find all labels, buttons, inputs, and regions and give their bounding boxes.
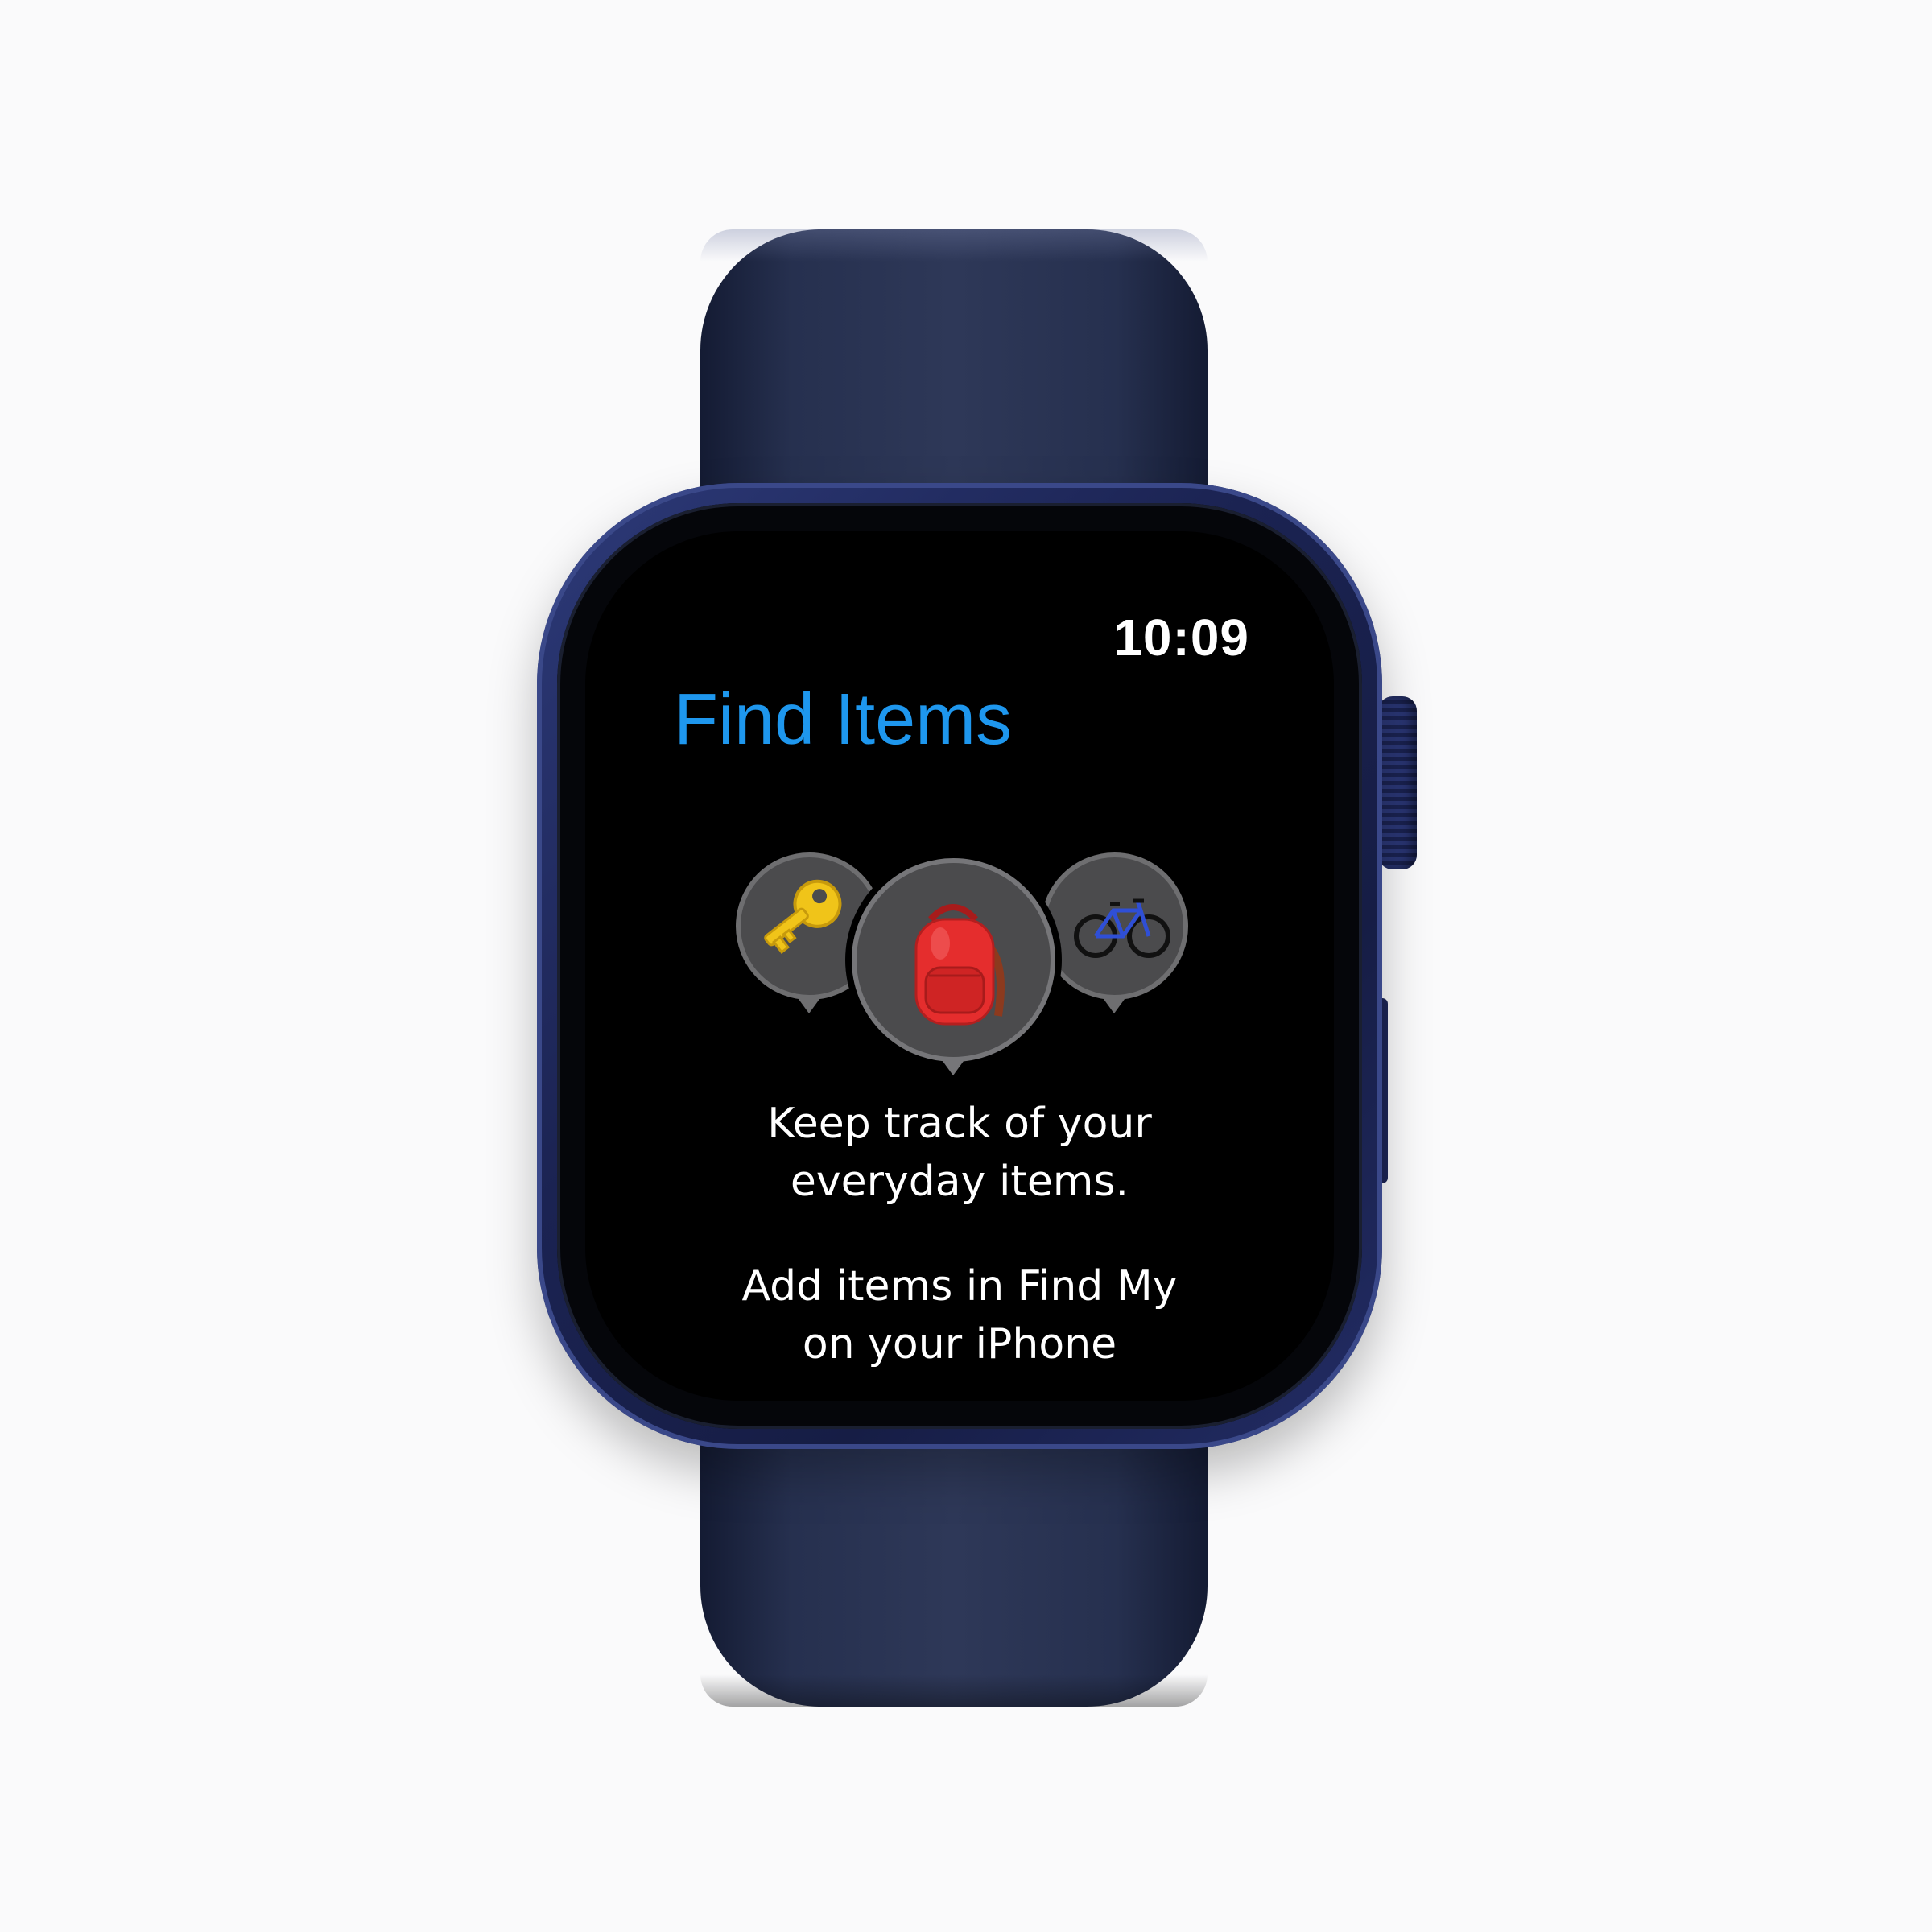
instruction-line-1: Add items in Find My bbox=[741, 1262, 1178, 1311]
item-pin-backpack bbox=[852, 858, 1055, 1062]
pin-pointer bbox=[796, 996, 822, 1013]
page-title: Find Items bbox=[674, 679, 1013, 760]
instruction-text: Add items in Find My on your iPhone bbox=[585, 1257, 1334, 1373]
instruction-line-2: on your iPhone bbox=[802, 1320, 1117, 1368]
status-time: 10:09 bbox=[1113, 609, 1249, 667]
watch-bezel: 10:09 Find Items Keep track of your ever… bbox=[557, 503, 1362, 1429]
item-pin-bicycle bbox=[1041, 852, 1188, 1000]
watch-screen: 10:09 Find Items Keep track of your ever… bbox=[585, 531, 1334, 1401]
description-text: Keep track of your everyday items. bbox=[585, 1095, 1334, 1211]
pin-pointer bbox=[1101, 996, 1127, 1013]
description-line-2: everyday items. bbox=[790, 1158, 1129, 1206]
description-line-1: Keep track of your bbox=[767, 1100, 1152, 1148]
digital-crown[interactable] bbox=[1378, 696, 1417, 869]
pin-pointer bbox=[940, 1058, 966, 1075]
backpack-icon bbox=[857, 863, 1051, 1057]
watch-case: 10:09 Find Items Keep track of your ever… bbox=[537, 483, 1382, 1449]
bicycle-icon bbox=[1046, 857, 1183, 995]
